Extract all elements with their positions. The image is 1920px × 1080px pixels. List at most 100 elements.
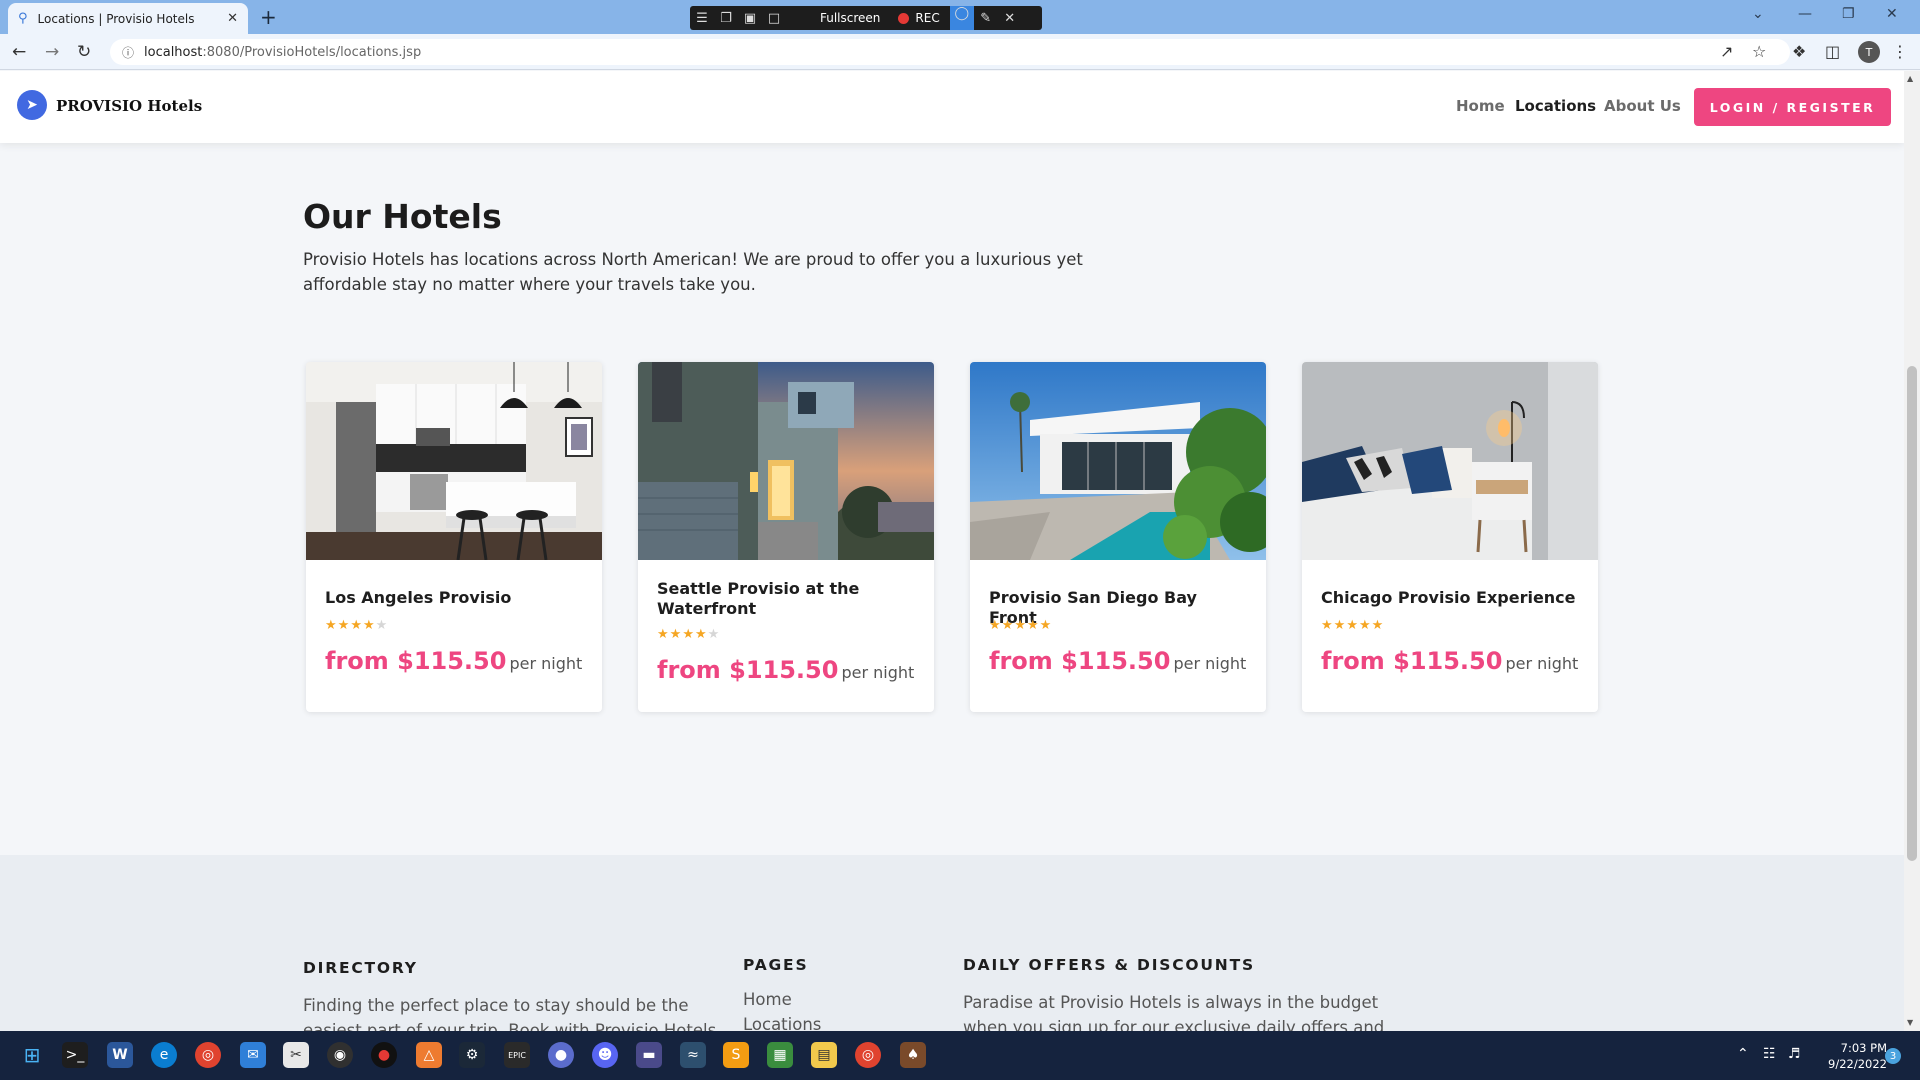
snipping-tool-icon[interactable]: ✂ [283, 1042, 309, 1068]
star-empty-icon: ★ [375, 618, 389, 633]
chrome-icon[interactable]: ◎ [195, 1042, 221, 1068]
share-icon[interactable]: ↗ [1720, 42, 1733, 61]
hotel-card-san-diego[interactable]: Provisio San Diego Bay Front ★★★★★ from … [970, 362, 1266, 712]
hotel-image-house-dusk[interactable] [638, 362, 934, 560]
star-icon: ★ [1026, 618, 1040, 633]
star-rating: ★★★★★ [989, 618, 1052, 633]
price-unit: per night [509, 654, 583, 673]
price-unit: per night [1505, 654, 1579, 673]
window-capture-icon[interactable]: ❐ [714, 11, 738, 26]
hotel-image-bedroom[interactable] [1302, 362, 1598, 560]
forward-icon[interactable]: → [45, 42, 59, 62]
battle-net-icon[interactable]: ● [548, 1042, 574, 1068]
side-panel-icon[interactable]: ◫ [1825, 42, 1840, 61]
star-rating: ★★★★★ [657, 627, 720, 642]
terminal-icon[interactable]: >_ [62, 1042, 88, 1068]
screen-recorder-toolbar: ☰ ❐ ▣ □ Fullscreen REC ◯ ✎ ✕ [690, 6, 1042, 30]
nav-locations[interactable]: Locations [1515, 97, 1596, 115]
tray-overflow-icon[interactable]: ⌃ [1737, 1046, 1749, 1062]
hotel-card-los-angeles[interactable]: Los Angeles Provisio ★★★★★ from $115.50 p… [306, 362, 602, 712]
tab-search-icon[interactable]: ⌄ [1752, 6, 1764, 22]
compass-logo-icon[interactable]: ➤ [17, 90, 47, 120]
file-explorer-icon[interactable]: ▤ [811, 1042, 837, 1068]
nav-about-us[interactable]: About Us [1604, 97, 1681, 115]
star-icon: ★ [1001, 618, 1015, 633]
brand-name[interactable]: PROVISIO Hotels [56, 97, 202, 115]
scroll-down-arrow-icon[interactable]: ▼ [1907, 1018, 1913, 1027]
close-tab-icon[interactable]: ✕ [227, 11, 238, 26]
new-tab-button[interactable]: + [260, 5, 277, 29]
restore-icon[interactable]: ❐ [1842, 6, 1855, 22]
obs-icon[interactable]: ◉ [327, 1042, 353, 1068]
browser-tab-bar: ⚲ Locations | Provisio Hotels ✕ + ☰ ❐ ▣ … [0, 0, 1920, 34]
browser-tab[interactable]: ⚲ Locations | Provisio Hotels ✕ [8, 3, 248, 34]
sublime-text-icon[interactable]: S [723, 1042, 749, 1068]
nav-home[interactable]: Home [1456, 97, 1505, 115]
network-icon[interactable]: ☷ [1763, 1046, 1776, 1062]
menu-icon[interactable]: ☰ [690, 11, 714, 26]
hotel-name[interactable]: Chicago Provisio Experience [1321, 588, 1581, 608]
mail-icon[interactable]: ✉ [240, 1042, 266, 1068]
discord-icon[interactable]: ☻ [592, 1042, 618, 1068]
rec-label[interactable]: REC [915, 11, 939, 25]
star-icon: ★ [1333, 618, 1347, 633]
footer-link-locations[interactable]: Locations [743, 1015, 821, 1031]
close-recorder-icon[interactable]: ✕ [998, 11, 1022, 26]
minimize-icon[interactable]: — [1798, 6, 1812, 22]
reload-icon[interactable]: ↻ [77, 42, 91, 62]
region-capture-icon[interactable]: ▣ [738, 11, 762, 26]
chrome-active-icon[interactable]: ◎ [855, 1042, 881, 1068]
close-window-icon[interactable]: ✕ [1886, 6, 1898, 22]
url-bar[interactable]: ⓘ localhost:8080/ProvisioHotels/location… [110, 39, 1790, 65]
back-icon[interactable]: ← [12, 42, 26, 62]
star-icon: ★ [1371, 618, 1385, 633]
sublime-merge-icon[interactable]: △ [416, 1042, 442, 1068]
footer-directory-title: DIRECTORY [303, 959, 418, 977]
hotel-card-seattle[interactable]: Seattle Provisio at the Waterfront ★★★★★… [638, 362, 934, 712]
system-clock[interactable]: 7:03 PM 9/22/2022 [1817, 1040, 1887, 1072]
price: from $115.50 per night [1321, 647, 1578, 675]
url-path: :8080/ProvisioHotels/locations.jsp [202, 44, 422, 60]
epic-games-icon[interactable]: EPIC [504, 1042, 530, 1068]
hotel-name[interactable]: Seattle Provisio at the Waterfront [657, 579, 917, 619]
price-unit: per night [841, 663, 915, 682]
hotel-image-villa-pool[interactable] [970, 362, 1266, 560]
tomcat-icon[interactable]: ♠ [900, 1042, 926, 1068]
footer-offers-title: DAILY OFFERS & DISCOUNTS [963, 956, 1255, 974]
scrollbar-thumb[interactable] [1907, 366, 1917, 861]
edge-icon[interactable]: e [151, 1042, 177, 1068]
volume-icon[interactable]: ♬ [1788, 1046, 1801, 1062]
mysql-workbench-icon[interactable]: ≈ [680, 1042, 706, 1068]
start-windows-icon[interactable]: ⊞ [19, 1042, 45, 1068]
webcam-icon[interactable]: ◯ [949, 6, 974, 30]
pen-icon[interactable]: ✎ [974, 11, 998, 26]
star-icon: ★ [657, 627, 670, 642]
fullscreen-label[interactable]: Fullscreen [820, 11, 880, 25]
record-app-icon[interactable]: ● [371, 1042, 397, 1068]
hotel-image-kitchen[interactable] [306, 362, 602, 560]
hotel-card-chicago[interactable]: Chicago Provisio Experience ★★★★★ from $… [1302, 362, 1598, 712]
site-info-icon[interactable]: ⓘ [122, 44, 134, 61]
eclipse-icon[interactable]: ▬ [636, 1042, 662, 1068]
browser-menu-icon[interactable]: ⋮ [1892, 42, 1908, 61]
crop-icon[interactable]: □ [762, 11, 786, 26]
star-empty-icon: ★ [707, 627, 721, 642]
site-header: ➤ PROVISIO Hotels Home Locations About U… [0, 71, 1904, 143]
scroll-up-arrow-icon[interactable]: ▲ [1907, 74, 1913, 83]
star-rating: ★★★★★ [325, 618, 388, 633]
word-icon[interactable]: W [107, 1042, 133, 1068]
steam-icon[interactable]: ⚙ [459, 1042, 485, 1068]
hotel-name[interactable]: Los Angeles Provisio [325, 588, 585, 608]
login-register-button[interactable]: LOGIN / REGISTER [1694, 88, 1891, 126]
profile-avatar[interactable]: T [1858, 41, 1880, 63]
star-icon: ★ [1346, 618, 1359, 633]
star-icon: ★ [337, 618, 351, 633]
star-icon: ★ [694, 627, 708, 642]
bookmark-star-icon[interactable]: ☆ [1752, 42, 1766, 61]
extensions-icon[interactable]: ❖ [1792, 42, 1806, 61]
spreadsheet-icon[interactable]: ▦ [767, 1042, 793, 1068]
footer-link-home[interactable]: Home [743, 990, 792, 1009]
price: from $115.50 per night [325, 647, 582, 675]
notification-badge[interactable]: 3 [1885, 1048, 1901, 1064]
price-amount: from $115.50 [989, 647, 1171, 675]
